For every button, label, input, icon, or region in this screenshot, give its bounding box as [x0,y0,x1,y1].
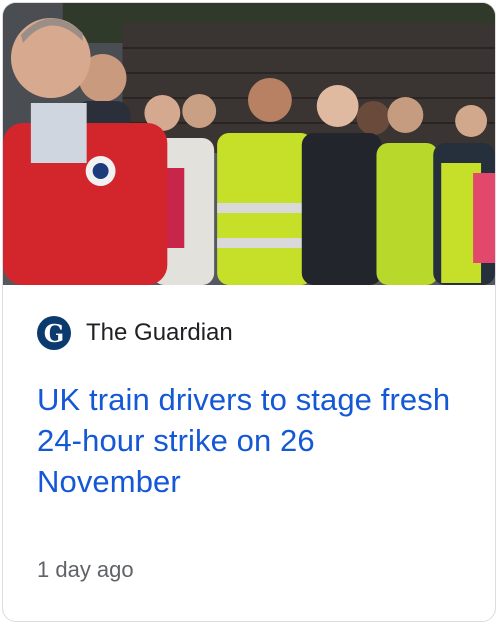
article-headline-link[interactable]: UK train drivers to stage fresh 24-hour … [37,379,461,502]
article-text-area: G The Guardian UK train drivers to stage… [3,285,495,621]
picket-line-photo [3,3,495,285]
guardian-logo-icon: G [37,316,71,350]
source-row: G The Guardian [37,315,461,351]
article-thumbnail[interactable] [3,3,495,285]
news-card[interactable]: G The Guardian UK train drivers to stage… [2,2,496,622]
source-name: The Guardian [86,319,233,346]
logo-letter: G [43,318,65,348]
published-time: 1 day ago [37,557,134,582]
